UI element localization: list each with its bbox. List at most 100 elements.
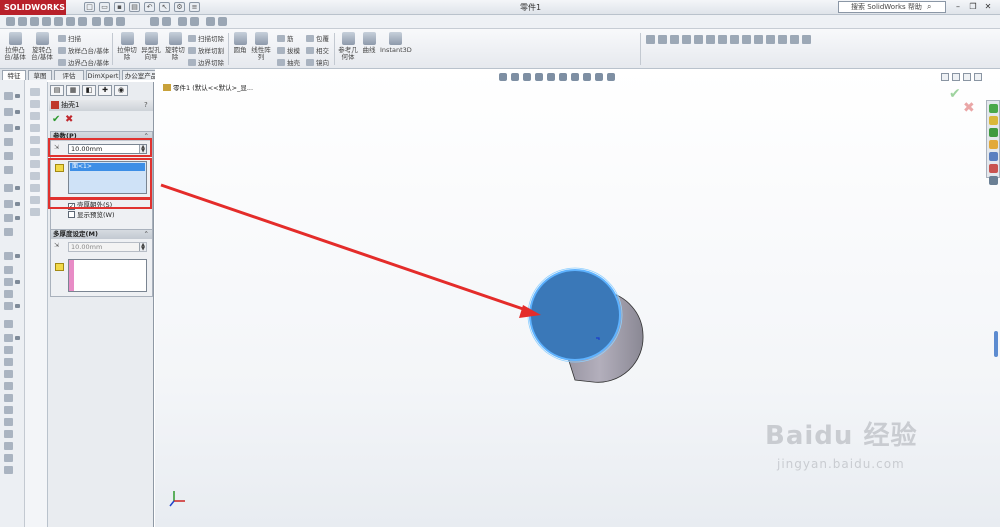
zoom-icon[interactable] bbox=[646, 35, 655, 44]
select-icon[interactable]: ↖ bbox=[159, 2, 170, 12]
tool-icon[interactable] bbox=[30, 172, 40, 180]
appearance-icon[interactable] bbox=[730, 35, 739, 44]
previous-view-icon[interactable] bbox=[670, 35, 679, 44]
dropdown-icon[interactable] bbox=[15, 336, 20, 340]
tool-icon[interactable] bbox=[4, 302, 13, 310]
rebuild-icon[interactable]: ⚙ bbox=[174, 2, 185, 12]
dropdown-icon[interactable] bbox=[15, 94, 20, 98]
spinner-arrows[interactable]: ▲ ▼ bbox=[139, 243, 146, 252]
tool-icon[interactable] bbox=[78, 17, 87, 26]
property-manager-tab-icon[interactable]: ▦ bbox=[66, 85, 80, 96]
tool-icon[interactable] bbox=[4, 358, 13, 366]
scene-icon[interactable] bbox=[742, 35, 751, 44]
print-icon[interactable]: ▤ bbox=[129, 2, 140, 12]
tab-features[interactable]: 特征 bbox=[2, 70, 26, 80]
tool-icon[interactable] bbox=[54, 17, 63, 26]
tool-icon[interactable] bbox=[162, 17, 171, 26]
loft-boss-button[interactable]: 放样凸台/基体 bbox=[58, 45, 109, 55]
tool-icon[interactable] bbox=[30, 17, 39, 26]
extrude-cut-button[interactable]: 拉伸切 除 bbox=[115, 32, 139, 61]
dropdown-icon[interactable] bbox=[15, 304, 20, 308]
tool-icon[interactable] bbox=[4, 394, 13, 402]
realview-icon[interactable] bbox=[766, 35, 775, 44]
hole-wizard-button[interactable]: 异型孔 向导 bbox=[139, 32, 163, 61]
new-file-icon[interactable]: □ bbox=[84, 2, 95, 12]
tool-icon[interactable] bbox=[4, 454, 13, 462]
tool-icon[interactable] bbox=[4, 466, 13, 474]
minimize-icon[interactable]: – bbox=[952, 1, 964, 13]
show-preview-checkbox[interactable]: 显示预览(W) bbox=[68, 211, 115, 219]
help-icon[interactable]: ? bbox=[144, 101, 148, 109]
revolve-boss-button[interactable]: 旋转凸 台/基体 bbox=[30, 32, 54, 61]
tool-icon[interactable] bbox=[30, 100, 40, 108]
tool-icon[interactable] bbox=[92, 17, 101, 26]
tool-icon[interactable] bbox=[30, 196, 40, 204]
tool-icon[interactable] bbox=[4, 214, 13, 222]
tool-icon[interactable] bbox=[4, 228, 13, 236]
tool-icon[interactable] bbox=[116, 17, 125, 26]
tool-icon[interactable] bbox=[150, 17, 159, 26]
curves-button[interactable]: 曲线 bbox=[360, 32, 378, 54]
tool-icon[interactable] bbox=[4, 124, 13, 132]
collapse-icon[interactable]: ⌃ bbox=[144, 230, 149, 239]
ok-button[interactable]: ✔ bbox=[52, 114, 60, 125]
zoom-area-icon[interactable] bbox=[658, 35, 667, 44]
tool-icon[interactable] bbox=[4, 108, 13, 116]
tool-icon[interactable] bbox=[4, 92, 13, 100]
tool-icon[interactable] bbox=[30, 136, 40, 144]
view-settings-icon[interactable] bbox=[754, 35, 763, 44]
extrude-boss-button[interactable]: 拉伸凸 台/基体 bbox=[3, 32, 27, 61]
tool-icon[interactable] bbox=[4, 430, 13, 438]
tool-icon[interactable] bbox=[4, 442, 13, 450]
lofted-cut-button[interactable]: 放样切割 bbox=[188, 45, 224, 55]
tool-icon[interactable] bbox=[6, 17, 15, 26]
display-manager-tab-icon[interactable]: ◉ bbox=[114, 85, 128, 96]
tool-icon[interactable] bbox=[178, 17, 187, 26]
tool-icon[interactable] bbox=[66, 17, 75, 26]
cancel-button[interactable]: ✖ bbox=[65, 114, 73, 125]
tab-evaluate[interactable]: 评估 bbox=[54, 70, 84, 80]
undo-icon[interactable]: ↶ bbox=[144, 2, 155, 12]
dimxpert-tab-icon[interactable]: ✚ bbox=[98, 85, 112, 96]
boundary-cut-button[interactable]: 边界切除 bbox=[188, 57, 224, 67]
options-icon[interactable]: ≡ bbox=[189, 2, 200, 12]
fillet-button[interactable]: 圆角 bbox=[230, 32, 250, 54]
tool-icon[interactable] bbox=[4, 382, 13, 390]
group-header[interactable]: 多厚度设定(M) bbox=[51, 230, 152, 239]
tool-icon[interactable] bbox=[42, 17, 51, 26]
tool-icon[interactable] bbox=[18, 17, 27, 26]
tool-icon[interactable] bbox=[4, 138, 13, 146]
tool-icon[interactable] bbox=[4, 278, 13, 286]
sweep-button[interactable]: 扫描 bbox=[58, 33, 81, 43]
mirror-button[interactable]: 镜向 bbox=[306, 57, 329, 67]
tool-icon[interactable] bbox=[4, 320, 13, 328]
tool-icon[interactable] bbox=[4, 184, 13, 192]
graphics-area[interactable]: 零件1 (默认<<默认>_显... ✔ ✖ Baidu 经验 jingyan.b… bbox=[155, 69, 1000, 527]
wrap-button[interactable]: 包覆 bbox=[306, 33, 329, 43]
multi-thickness-input[interactable]: 10.00mm ▲ ▼ bbox=[68, 242, 147, 252]
dropdown-icon[interactable] bbox=[15, 216, 20, 220]
perspective-icon[interactable] bbox=[802, 35, 811, 44]
tool-icon[interactable] bbox=[30, 208, 40, 216]
tab-dimxpert[interactable]: DimXpert bbox=[86, 70, 120, 80]
close-icon[interactable]: ✕ bbox=[982, 1, 994, 13]
tool-icon[interactable] bbox=[4, 266, 13, 274]
tool-icon[interactable] bbox=[4, 370, 13, 378]
hide-show-icon[interactable] bbox=[718, 35, 727, 44]
tool-icon[interactable] bbox=[190, 17, 199, 26]
section-view-icon[interactable] bbox=[682, 35, 691, 44]
search-icon[interactable]: ⌕ bbox=[927, 2, 931, 12]
dropdown-icon[interactable] bbox=[15, 280, 20, 284]
tab-sketch[interactable]: 草图 bbox=[28, 70, 52, 80]
intersect-button[interactable]: 相交 bbox=[306, 45, 329, 55]
selected-face[interactable] bbox=[529, 269, 621, 361]
dropdown-icon[interactable] bbox=[15, 254, 20, 258]
reference-geometry-button[interactable]: 参考几 何体 bbox=[337, 32, 359, 61]
view-orientation-icon[interactable] bbox=[694, 35, 703, 44]
feature-tree-tab-icon[interactable]: ▤ bbox=[50, 85, 64, 96]
configuration-tab-icon[interactable]: ◧ bbox=[82, 85, 96, 96]
shell-button[interactable]: 抽壳 bbox=[277, 57, 300, 67]
tool-icon[interactable] bbox=[4, 406, 13, 414]
swept-cut-button[interactable]: 扫描切除 bbox=[188, 33, 224, 43]
tool-icon[interactable] bbox=[4, 152, 13, 160]
